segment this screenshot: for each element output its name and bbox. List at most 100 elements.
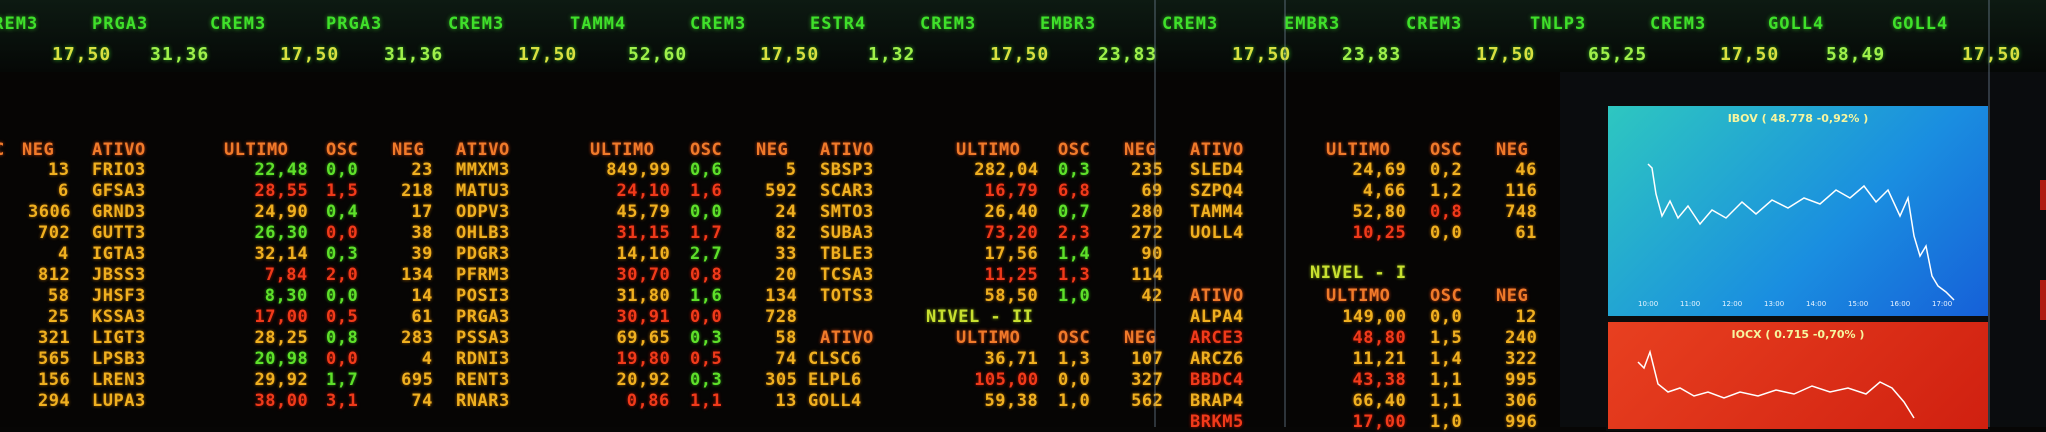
cell-ultimo: 11,21 <box>1352 349 1407 369</box>
ticker-value: 1,32 <box>868 44 916 65</box>
cell-ativo: KSSA3 <box>92 307 146 327</box>
cell-ultimo: 45,79 <box>616 202 671 222</box>
ticker-symbol: CREM3 <box>1162 14 1219 34</box>
ticker-value: 31,36 <box>150 44 210 65</box>
cell-ativo: LIGT3 <box>92 328 146 348</box>
column-header: ATIVO <box>820 140 874 160</box>
cell-neg: 61 <box>1515 223 1537 243</box>
cell-osc: 0,0 <box>326 286 359 306</box>
ibov-chart: IBOV ( 48.778 -0,92% ) 10:00 11:00 12:00… <box>1606 104 1990 318</box>
edge-strip <box>2040 180 2046 210</box>
ticker-value: 23,83 <box>1342 44 1402 65</box>
cell-ativo: IGTA3 <box>92 244 146 264</box>
cell-osc: 0,0 <box>690 307 723 327</box>
column-header: NEG <box>756 140 789 160</box>
cell-ultimo: 59,38 <box>984 391 1039 411</box>
cell-ativo: GFSA3 <box>92 181 146 201</box>
cell-ultimo: 4,66 <box>1362 181 1406 201</box>
cell-neg: 25 <box>48 307 70 327</box>
cell-ultimo: 73,20 <box>984 223 1039 243</box>
ticker-value: 17,50 <box>990 44 1050 65</box>
cell-ultimo: 26,30 <box>254 223 309 243</box>
column-header: ULTIMO <box>224 140 289 160</box>
cell-ultimo: 32,14 <box>254 244 309 264</box>
column-header: NEG <box>1496 140 1529 160</box>
column-header: OSC <box>1430 140 1463 160</box>
ticker-symbol: CREM3 <box>1650 14 1707 34</box>
cell-ultimo: 66,40 <box>1352 391 1407 411</box>
cell-neg: 82 <box>775 223 797 243</box>
cell-ultimo: 24,10 <box>616 181 671 201</box>
cell-ativo: CLSC6 <box>808 349 862 369</box>
cell-ativo: GUTT3 <box>92 223 146 243</box>
cell-osc: 0,0 <box>1430 307 1463 327</box>
cell-ativo: SMTO3 <box>820 202 874 222</box>
cell-neg: 23 <box>411 160 433 180</box>
cell-neg: 283 <box>401 328 434 348</box>
column-header: NEG <box>1124 140 1157 160</box>
cell-osc: 0,8 <box>1430 202 1463 222</box>
cell-osc: 1,7 <box>690 223 723 243</box>
cell-neg: 116 <box>1505 181 1538 201</box>
ticker-symbol: CREM3 <box>1406 14 1463 34</box>
cell-neg: 107 <box>1131 349 1164 369</box>
ibov-x-tick: 10:00 <box>1638 300 1659 308</box>
column-header: ATIVO <box>820 328 874 348</box>
cell-osc: 0,3 <box>690 328 723 348</box>
ticker-value: 17,50 <box>518 44 578 65</box>
cell-neg: 240 <box>1505 328 1538 348</box>
cell-ultimo: 22,48 <box>254 160 309 180</box>
cell-osc: 0,0 <box>326 349 359 369</box>
cell-neg: 728 <box>765 307 798 327</box>
cell-osc: 0,3 <box>1058 160 1091 180</box>
cell-ultimo: 19,80 <box>616 349 671 369</box>
edge-strip <box>2040 280 2046 320</box>
ibov-x-tick: 16:00 <box>1890 300 1911 308</box>
ticker-symbol: CREM3 <box>0 14 39 34</box>
cell-ultimo: 29,92 <box>254 370 309 390</box>
cell-ativo: ODPV3 <box>456 202 510 222</box>
cell-ativo: LREN3 <box>92 370 146 390</box>
column-header: OSC <box>1058 328 1091 348</box>
cell-osc: 0,4 <box>326 202 359 222</box>
cell-neg: 12 <box>1515 307 1537 327</box>
cell-ativo: TCSA3 <box>820 265 874 285</box>
cell-neg: 235 <box>1131 160 1164 180</box>
cell-neg: 702 <box>38 223 71 243</box>
cell-neg: 13 <box>48 160 70 180</box>
ticker-value: 65,25 <box>1588 44 1648 65</box>
ticker-symbol: CREM3 <box>690 14 747 34</box>
cell-neg: 13 <box>775 391 797 411</box>
cell-ativo: MMXM3 <box>456 160 510 180</box>
cell-neg: 565 <box>38 349 71 369</box>
section-label: NIVEL - I <box>1310 263 1407 283</box>
cell-neg: 17 <box>411 202 433 222</box>
cell-neg: 24 <box>775 202 797 222</box>
cell-ativo: RENT3 <box>456 370 510 390</box>
cell-neg: 114 <box>1131 265 1164 285</box>
cell-neg: 33 <box>775 244 797 264</box>
cell-ultimo: 52,80 <box>1352 202 1407 222</box>
cell-ativo: ARCE3 <box>1190 328 1244 348</box>
ticker-symbol: GOLL4 <box>1892 14 1949 34</box>
screen-glare-line <box>1154 0 1156 427</box>
cell-osc: 1,5 <box>1430 328 1463 348</box>
ticker-value: 17,50 <box>280 44 340 65</box>
cell-ultimo: 24,90 <box>254 202 309 222</box>
cell-ultimo: 30,91 <box>616 307 671 327</box>
cell-ativo: SBSP3 <box>820 160 874 180</box>
cell-ultimo: 38,00 <box>254 391 309 411</box>
cell-ativo: BRKM5 <box>1190 412 1244 432</box>
cell-ativo: UOLL4 <box>1190 223 1244 243</box>
cell-ultimo: 20,98 <box>254 349 309 369</box>
ticker-value: 17,50 <box>760 44 820 65</box>
cell-ultimo: 282,04 <box>974 160 1039 180</box>
column-header: NEG <box>1496 286 1529 306</box>
cell-ultimo: 8,30 <box>264 286 308 306</box>
cell-neg: 995 <box>1505 370 1538 390</box>
cell-ultimo: 17,00 <box>1352 412 1407 432</box>
cell-neg: 156 <box>38 370 71 390</box>
ticker-value: 17,50 <box>1720 44 1780 65</box>
ibov-line <box>1647 163 1955 301</box>
cell-osc: 0,6 <box>690 160 723 180</box>
